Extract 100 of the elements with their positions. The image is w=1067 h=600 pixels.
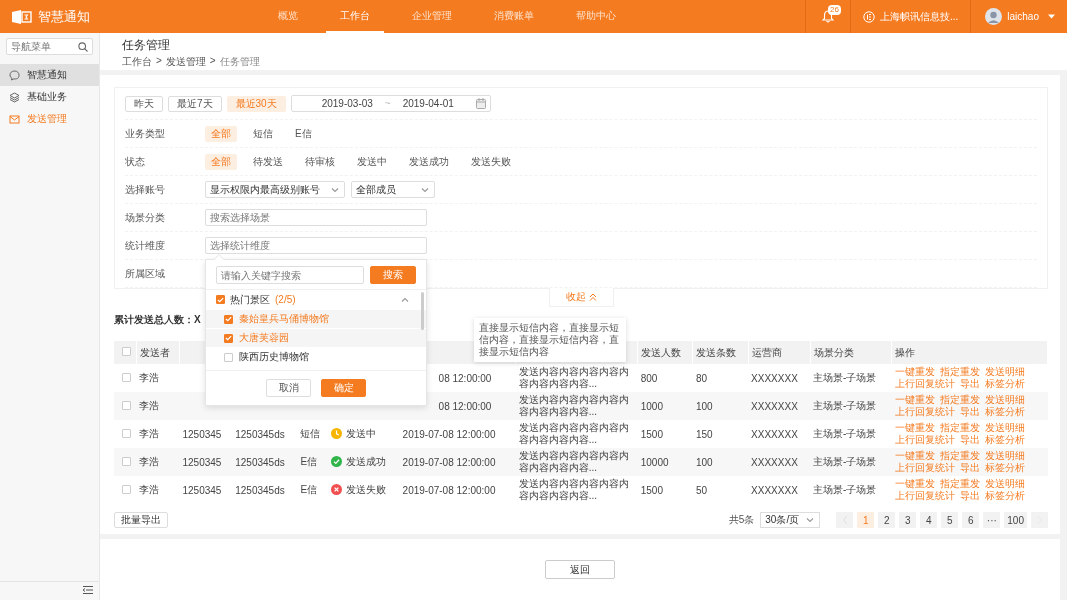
end-date: 2019-04-01 [402,98,454,109]
checkbox[interactable] [122,372,131,382]
action-link[interactable]: 一键重发 [894,422,935,434]
checkbox[interactable] [122,456,131,466]
nav-tab[interactable]: 企业管理 [398,0,466,33]
collapse-button[interactable]: 收起 [548,288,614,307]
option-row[interactable]: 大唐芙蓉园 [206,328,426,347]
nav-tab[interactable]: 概览 [264,0,312,33]
filter-option[interactable]: E信 [289,125,318,142]
filter-option[interactable]: 全部 [205,125,237,142]
scrollbar-thumb[interactable] [421,292,424,330]
group-row[interactable]: 热门景区 (2/5) [206,290,426,309]
action-link[interactable]: 指定重发 [939,478,980,490]
action-link[interactable]: 上行回复统计 [894,462,955,474]
page-button[interactable]: 2 [878,512,896,528]
action-link[interactable]: 上行回复统计 [894,490,955,502]
checkbox[interactable] [122,484,131,494]
filter-label: 场景分类 [125,210,166,225]
search-field[interactable]: 请输入关键字搜索 [216,266,364,284]
action-link[interactable]: 导出 [959,462,980,474]
sidebar-item[interactable]: 发送管理 [0,108,99,130]
status-text: 发送成功 [345,454,386,469]
search-field[interactable]: 导航菜单 [6,38,93,55]
action-link[interactable]: 一键重发 [894,450,935,462]
checkbox[interactable] [122,400,131,410]
date-range-button[interactable]: 最近7天 [168,95,222,112]
filter-option[interactable]: 全部 [205,153,237,170]
collapse-menu-icon[interactable] [83,586,93,594]
action-link[interactable]: 指定重发 [939,366,980,378]
action-link[interactable]: 上行回复统计 [894,378,955,390]
action-link[interactable]: 发送明细 [984,366,1025,378]
select-field[interactable]: 显示权限内最高级别账号 [205,181,345,198]
option-row[interactable]: 秦始皇兵马俑博物馆 [206,309,426,328]
action-link[interactable]: 导出 [959,434,980,446]
bulk-export-button[interactable]: 批量导出 [114,512,168,528]
action-link[interactable]: 发送明细 [984,478,1025,490]
table-cell: 主场景-子场景 [813,456,877,467]
cancel-button[interactable]: 取消 [266,379,311,397]
action-link[interactable]: 标签分析 [984,434,1025,446]
input-field[interactable]: 搜索选择场景 [205,209,427,226]
table-cell: 1250345ds [235,456,285,468]
action-link[interactable]: 上行回复统计 [894,434,955,446]
page-size-select[interactable]: 30条/页 [760,512,821,528]
checkbox[interactable] [224,333,233,343]
action-link[interactable]: 发送明细 [984,450,1025,462]
bell-icon [821,10,834,23]
date-range-button[interactable]: 最近30天 [226,95,286,112]
envelope-icon [9,113,20,125]
filter-option[interactable]: 待发送 [247,153,289,170]
filter-option[interactable]: 待审核 [299,153,341,170]
action-link[interactable]: 标签分析 [984,378,1025,390]
action-link[interactable]: 导出 [959,490,980,502]
action-link[interactable]: 标签分析 [984,406,1025,418]
action-link[interactable]: 发送明细 [984,394,1025,406]
filter-option[interactable]: 短信 [247,125,279,142]
action-link[interactable]: 标签分析 [984,490,1025,502]
page-button[interactable]: 3 [899,512,917,528]
search-button[interactable]: 搜索 [370,266,416,284]
action-link[interactable]: 导出 [959,406,980,418]
action-link[interactable]: 标签分析 [984,462,1025,474]
date-range-field[interactable]: 2019-03-03 ~ 2019-04-01 [290,95,491,112]
action-link[interactable]: 一键重发 [894,366,935,378]
breadcrumb-link[interactable]: 任务管理 [219,55,260,69]
page-button[interactable]: 1 [857,512,875,528]
date-range-button[interactable]: 昨天 [125,95,163,112]
table-cell: 2019-07-08 12:00:00 [402,428,496,440]
action-link[interactable]: 导出 [959,378,980,390]
clock-icon [330,428,342,440]
confirm-button[interactable]: 确定 [321,379,366,397]
action-link[interactable]: 一键重发 [894,478,935,490]
back-button[interactable]: 返回 [545,560,615,579]
page-button[interactable]: 4 [920,512,938,528]
table-cell: E信 [300,456,318,467]
nav-tab[interactable]: 帮助中心 [562,0,630,33]
nav-tab[interactable]: 消费账单 [480,0,548,33]
page-button[interactable]: 5 [941,512,959,528]
sidebar-item[interactable]: 基础业务 [0,86,99,108]
page-button[interactable]: 6 [962,512,980,528]
breadcrumb-link[interactable]: 发送管理 [165,55,206,69]
filter-label: 统计维度 [125,238,166,253]
avatar-icon [985,8,1003,25]
breadcrumb-link[interactable]: 工作台 [122,55,152,69]
action-link[interactable]: 一键重发 [894,394,935,406]
action-link[interactable]: 上行回复统计 [894,406,955,418]
page-button[interactable]: 100 [1004,512,1027,528]
action-link[interactable]: 指定重发 [939,422,980,434]
sidebar-item[interactable]: 智慧通知 [0,64,99,86]
action-link[interactable]: 指定重发 [939,450,980,462]
checkbox[interactable] [122,428,131,438]
checkbox[interactable] [224,314,233,324]
filter-option[interactable]: 发送成功 [403,153,455,170]
checkbox[interactable] [224,352,233,362]
filter-option[interactable]: 发送失败 [465,153,517,170]
checkbox[interactable] [122,347,131,356]
checkbox[interactable] [216,295,225,304]
page-button[interactable]: ··· [983,512,1001,528]
action-link[interactable]: 发送明细 [984,422,1025,434]
action-link[interactable]: 指定重发 [939,394,980,406]
filter-option[interactable]: 发送中 [351,153,393,170]
select-field[interactable]: 全部成员 [351,181,435,198]
